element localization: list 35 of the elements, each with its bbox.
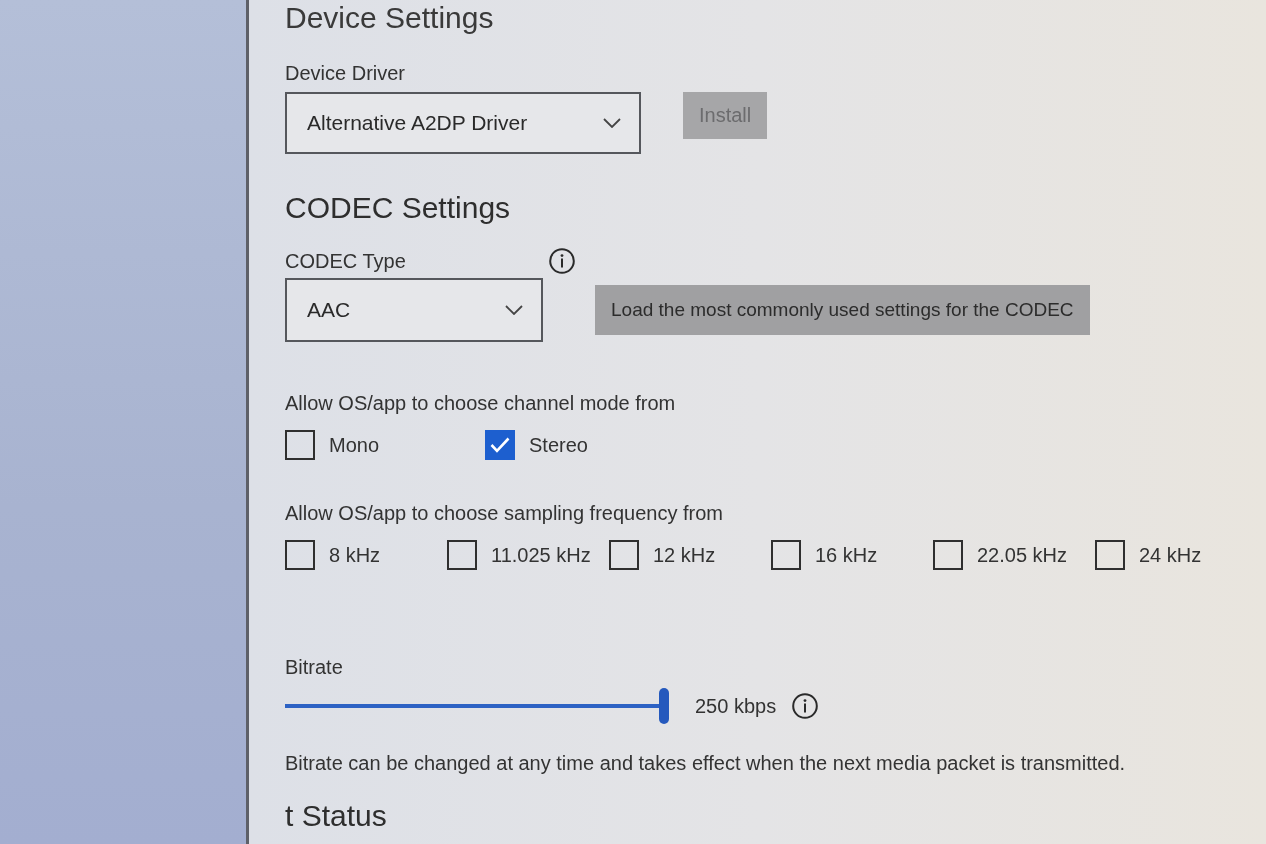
checkbox-label: 11.025 kHz <box>491 543 591 567</box>
chevron-down-icon <box>505 305 523 315</box>
checkbox-label: Mono <box>329 433 380 457</box>
section-heading: CODEC Settings <box>285 190 511 226</box>
checkbox-label: 8 kHz <box>329 543 381 567</box>
group-label: Allow OS/app to choose channel mode from <box>285 391 676 416</box>
checkbox-label: 16 kHz <box>815 543 878 567</box>
slider-thumb[interactable] <box>659 688 669 724</box>
codec-dropdown[interactable]: AAC <box>285 278 543 342</box>
field-label: CODEC Type <box>285 249 406 274</box>
field-label: Device Driver <box>285 61 406 86</box>
bitrate-reading: 250 kbps <box>695 694 777 718</box>
checkbox[interactable] <box>285 430 315 460</box>
group-label: Allow OS/app to choose sampling frequency from <box>285 501 723 526</box>
checkbox[interactable] <box>285 540 315 570</box>
info-icon[interactable] <box>792 693 819 719</box>
chevron-down-icon <box>603 118 621 128</box>
page-title: Device Settings <box>285 0 494 36</box>
checkmark-icon <box>490 437 510 453</box>
load-defaults-button[interactable]: Load the most commonly used settings for the CODEC <box>595 285 1090 335</box>
info-icon[interactable] <box>549 248 575 274</box>
checkbox-label: 12 kHz <box>653 543 716 567</box>
checkbox-label: 24 kHz <box>1139 543 1202 567</box>
checkbox[interactable] <box>771 540 801 570</box>
checkbox-label: 22.05 kHz <box>977 543 1068 567</box>
checkbox[interactable] <box>1095 540 1125 570</box>
checkbox[interactable] <box>485 430 515 460</box>
slider-label: Bitrate <box>285 655 343 680</box>
bitrate-note: Bitrate can be changed at any time and takes effect when the next media packet is transmitted. <box>285 751 1126 776</box>
checkbox-label: Stereo <box>529 433 588 457</box>
driver-dropdown[interactable]: Alternative A2DP Driver <box>285 92 641 154</box>
checkbox[interactable] <box>609 540 639 570</box>
checkbox[interactable] <box>933 540 963 570</box>
checkbox[interactable] <box>447 540 477 570</box>
section-heading: t Status <box>285 798 387 834</box>
